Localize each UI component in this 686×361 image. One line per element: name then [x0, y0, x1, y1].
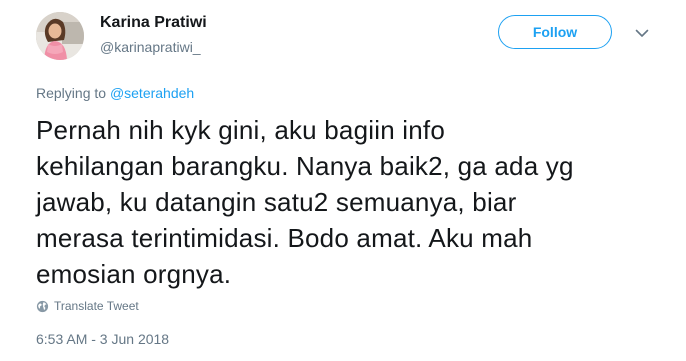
tweet-text-line: merasa terintimidasi. Bodo amat. Aku mah — [36, 223, 533, 253]
author-handle[interactable]: @karinapratiwi_ — [100, 38, 201, 56]
tweet-text-line: kehilangan barangku. Nanya baik2, ga ada… — [36, 151, 574, 181]
more-options-button[interactable] — [631, 24, 653, 42]
follow-button[interactable]: Follow — [498, 15, 612, 49]
chevron-down-icon — [635, 29, 649, 37]
tweet-text-line: Pernah nih kyk gini, aku bagiin info — [36, 115, 446, 145]
author-name[interactable]: Karina Pratiwi — [100, 13, 207, 33]
tweet-card: Karina Pratiwi @karinapratiwi_ Follow Re… — [0, 0, 686, 361]
avatar-photo — [36, 12, 84, 60]
reply-prefix: Replying to — [36, 85, 107, 101]
reply-mention-link[interactable]: @seterahdeh — [110, 85, 194, 101]
tweet-text: Pernah nih kyk gini, aku bagiin info keh… — [36, 112, 636, 292]
translate-label: Translate Tweet — [54, 299, 139, 313]
tweet-text-line: jawab, ku datangin satu2 semuanya, biar — [36, 187, 517, 217]
tweet-timestamp[interactable]: 6:53 AM - 3 Jun 2018 — [36, 330, 169, 348]
tweet-text-line: emosian orgnya. — [36, 259, 232, 289]
translate-tweet-link[interactable]: Translate Tweet — [36, 297, 139, 315]
globe-icon — [36, 300, 49, 313]
reply-context: Replying to @seterahdeh — [36, 84, 194, 102]
avatar[interactable] — [36, 12, 84, 60]
